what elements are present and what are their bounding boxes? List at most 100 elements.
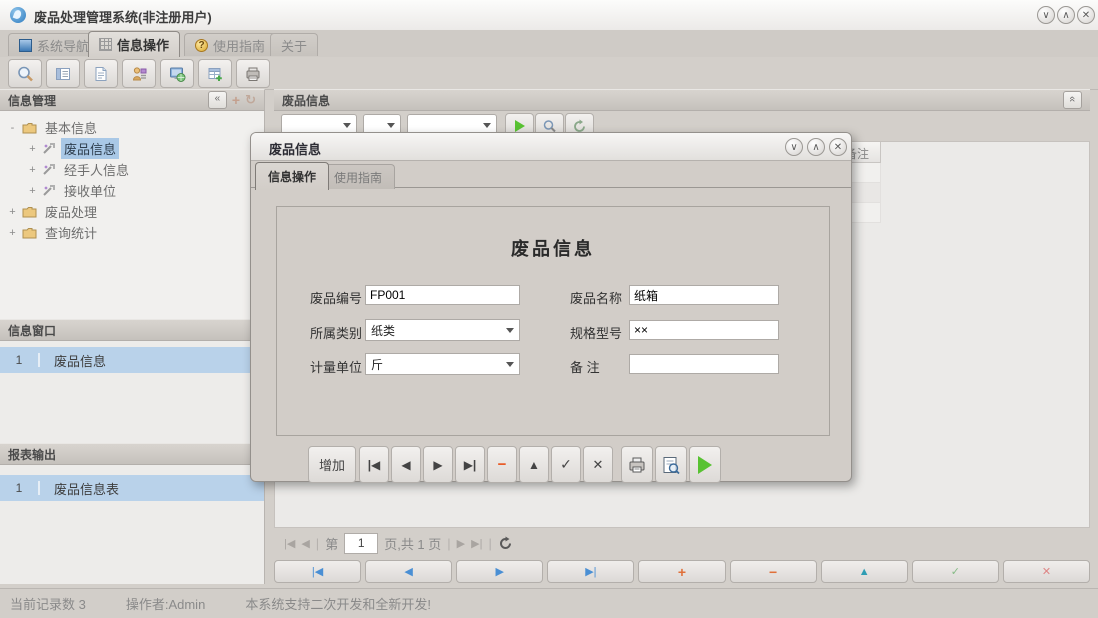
select-value: 斤 [371,356,506,373]
chevron-up-icon: ∧ [812,142,819,153]
unit-select[interactable]: 斤 [365,353,520,375]
record-first-button[interactable]: |◀ [274,560,361,583]
tab-about[interactable]: 关于 [270,33,318,56]
info-manage-tree: - 基本信息 + 废品信息 + 经手人信息 + 接收单位 + 废品处理 + 查询… [0,111,265,319]
page-prefix-label: 第 [325,534,338,553]
dialog-delete-button[interactable]: − [487,446,517,483]
pager-bar: |◀ ◀ | 第 页,共 1 页 | ▶ ▶| | [274,528,1090,558]
list-item[interactable]: 1 废品信息表 [0,475,264,501]
toolbar-form-button[interactable] [46,59,80,88]
dialog-tab-user-guide[interactable]: 使用指南 [321,164,395,189]
chevron-down-icon [387,123,395,128]
expander-icon[interactable]: + [28,185,37,197]
expander-icon[interactable]: - [8,122,17,134]
info-window-header: 信息窗口 [0,319,265,341]
record-prev-button[interactable]: ◀ [365,560,452,583]
tree-item-waste-info[interactable]: + 废品信息 [0,138,264,159]
dialog-title-bar: 废品信息 ∨ ∧ ✕ [251,133,851,161]
folder-icon [22,227,37,239]
dialog-run-button[interactable] [689,446,721,483]
page-first-button[interactable]: |◀ [284,537,295,550]
remark-field[interactable] [629,354,779,374]
record-last-button[interactable]: ▶| [547,560,634,583]
info-window-list: 1 废品信息 [0,341,265,443]
main-panel-header: 废品信息 « [274,89,1090,111]
page-next-button[interactable]: ▶ [457,537,465,550]
tree-item-query-stats[interactable]: + 查询统计 [0,222,264,243]
dialog-close-button[interactable]: ✕ [829,138,847,156]
expander-icon[interactable]: + [28,143,37,155]
tool-icon [42,163,56,176]
tree-item-receiver-unit[interactable]: + 接收单位 [0,180,264,201]
dialog-add-button[interactable]: 增加 [308,446,356,483]
dialog-print-button[interactable] [621,446,653,483]
field-label-spec: 规格型号 [570,323,622,342]
printer-icon [244,65,262,83]
toolbar-table-add-button[interactable] [198,59,232,88]
dialog-prev-button[interactable]: ◀ [391,446,421,483]
window-maximize-button[interactable]: ∧ [1057,6,1075,24]
dialog-preview-button[interactable] [655,446,687,483]
page-number-input[interactable] [344,533,378,554]
tab-system-nav[interactable]: 系统导航 [8,33,100,56]
app-logo-icon [10,7,26,23]
dialog-title: 废品信息 [269,139,321,158]
tree-item-waste-process[interactable]: + 废品处理 [0,201,264,222]
form-icon [54,65,72,83]
record-delete-button[interactable]: − [730,560,817,583]
dialog-first-button[interactable]: |◀ [359,446,389,483]
chevron-down-icon: ∨ [790,142,797,153]
page-last-button[interactable]: ▶| [471,537,482,550]
pager-refresh-icon[interactable] [498,536,513,551]
spec-field[interactable] [629,320,779,340]
tree-add-icon[interactable]: + [232,92,240,108]
tree-refresh-icon[interactable]: ↻ [245,92,256,108]
tool-icon [42,184,56,197]
tree-item-basic-info[interactable]: - 基本信息 [0,117,264,138]
field-label-name: 废品名称 [570,288,622,307]
record-save-button[interactable]: ✓ [912,560,999,583]
record-next-button[interactable]: ▶ [456,560,543,583]
dialog-next-button[interactable]: ▶ [423,446,453,483]
grid-icon [99,38,112,51]
expander-icon[interactable]: + [28,164,37,176]
record-add-button[interactable]: + [638,560,725,583]
window-minimize-button[interactable]: ∨ [1037,6,1055,24]
record-cancel-button[interactable]: ✕ [1003,560,1090,583]
record-nav-bar: |◀ ◀ ▶ ▶| + − ▲ ✓ ✕ [274,560,1090,583]
separator: | [316,536,319,551]
toolbar-user-button[interactable] [122,59,156,88]
toolbar-search-button[interactable] [8,59,42,88]
panel-title: 报表输出 [8,446,56,463]
window-close-button[interactable]: ✕ [1077,6,1095,24]
tab-info-operation[interactable]: 信息操作 [88,31,180,57]
dialog-minimize-button[interactable]: ∨ [785,138,803,156]
tab-label: 系统导航 [37,36,89,55]
toolbar-document-button[interactable] [84,59,118,88]
record-edit-button[interactable]: ▲ [821,560,908,583]
list-item[interactable]: 1 废品信息 [0,347,264,373]
dialog-edit-button[interactable]: ▲ [519,446,549,483]
dialog-last-button[interactable]: ▶| [455,446,485,483]
expander-icon[interactable]: + [8,206,17,218]
code-field[interactable] [365,285,520,305]
page-prev-button[interactable]: ◀ [301,537,309,550]
main-collapse-button[interactable]: « [1063,91,1082,109]
toolbar-printer-button[interactable] [236,59,270,88]
chevron-down-icon [506,328,514,333]
tab-user-guide[interactable]: ? 使用指南 [184,33,276,56]
dialog-maximize-button[interactable]: ∧ [807,138,825,156]
tree-item-handler-info[interactable]: + 经手人信息 [0,159,264,180]
dialog-cancel-button[interactable]: ✕ [583,446,613,483]
icon-toolbar [0,57,1098,90]
category-select[interactable]: 纸类 [365,319,520,341]
sidebar-collapse-button[interactable]: « [208,91,227,109]
dialog-save-button[interactable]: ✓ [551,446,581,483]
dialog-tab-info-operation[interactable]: 信息操作 [255,162,329,190]
waste-info-dialog: 废品信息 ∨ ∧ ✕ 信息操作 使用指南 废品信息 废品编号 废品名称 所属类别… [250,132,852,482]
document-icon [92,65,110,83]
name-field[interactable] [629,285,779,305]
close-icon: ✕ [1082,10,1090,21]
expander-icon[interactable]: + [8,227,17,239]
toolbar-monitor-button[interactable] [160,59,194,88]
